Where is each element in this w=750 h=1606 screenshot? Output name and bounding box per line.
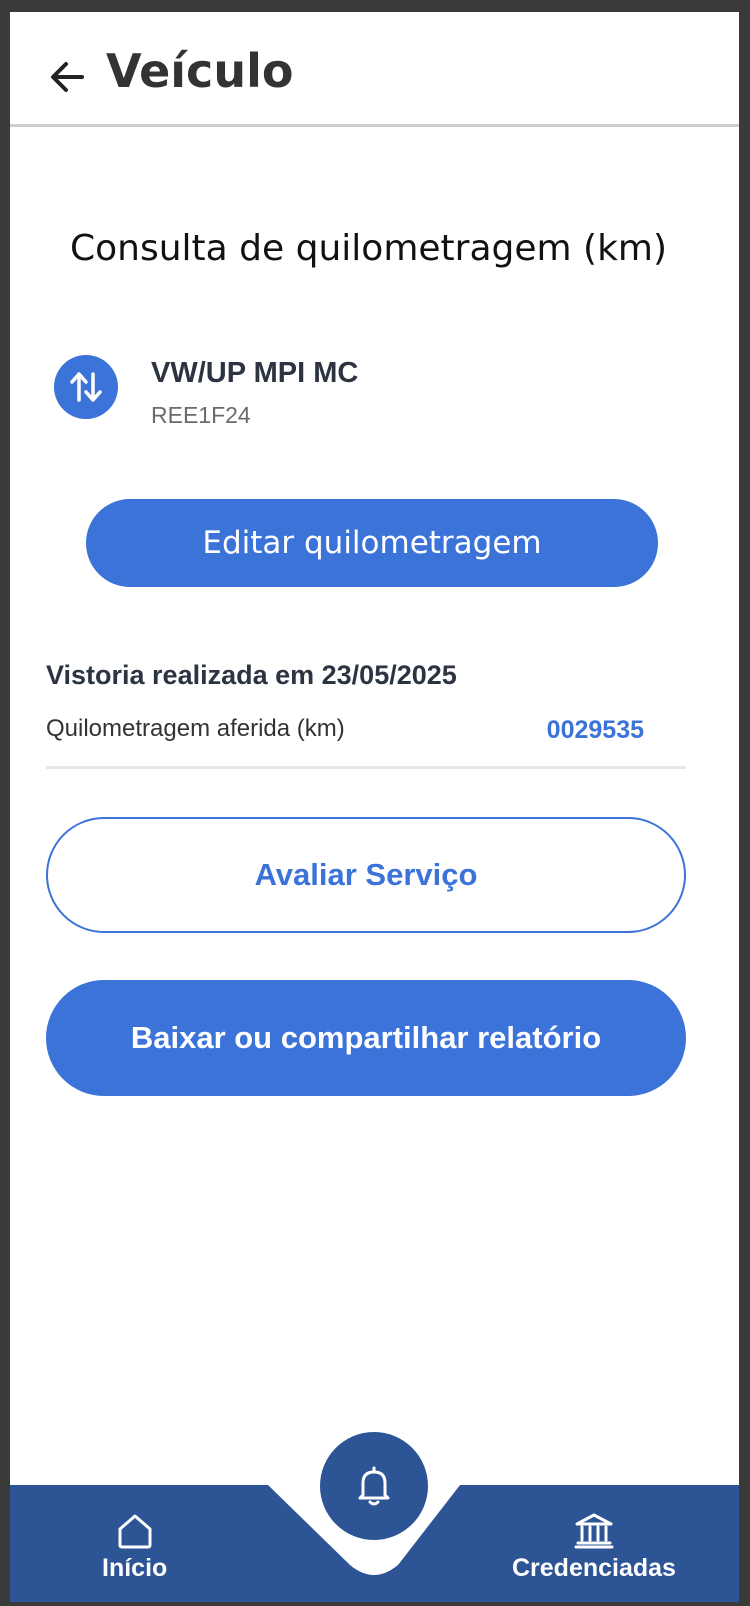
bell-icon <box>358 1466 390 1506</box>
vehicle-plate: REE1F24 <box>151 402 251 428</box>
nav-item-inicio[interactable]: Início <box>102 1512 167 1583</box>
nav-label-credenciadas: Credenciadas <box>512 1554 676 1582</box>
notifications-button[interactable] <box>320 1432 428 1540</box>
mileage-value: 0029535 <box>546 716 644 744</box>
screen: Veículo Consulta de quilometragem (km) V… <box>10 12 739 1602</box>
inspection-title: Vistoria realizada em 23/05/2025 <box>46 660 457 690</box>
nav-label-inicio: Início <box>102 1554 168 1582</box>
section-title: Consulta de quilometragem (km) <box>70 228 668 269</box>
rate-service-button[interactable]: Avaliar Serviço <box>46 817 686 933</box>
mileage-label: Quilometragem aferida (km) <box>46 715 345 742</box>
back-arrow-icon[interactable] <box>46 55 90 99</box>
vehicle-name: VW/UP MPI MC <box>151 357 359 389</box>
nav-item-credenciadas[interactable]: Credenciadas <box>512 1512 676 1583</box>
download-share-report-button[interactable]: Baixar ou compartilhar relatório <box>46 980 686 1096</box>
app-header: Veículo <box>10 12 739 127</box>
swap-arrows-icon <box>70 372 102 402</box>
page-title: Veículo <box>106 44 294 98</box>
edit-mileage-button[interactable]: Editar quilometragem <box>86 499 658 587</box>
bank-icon <box>574 1513 614 1549</box>
divider <box>46 766 686 769</box>
swap-vehicle-button[interactable] <box>54 355 118 419</box>
home-icon <box>118 1514 152 1549</box>
